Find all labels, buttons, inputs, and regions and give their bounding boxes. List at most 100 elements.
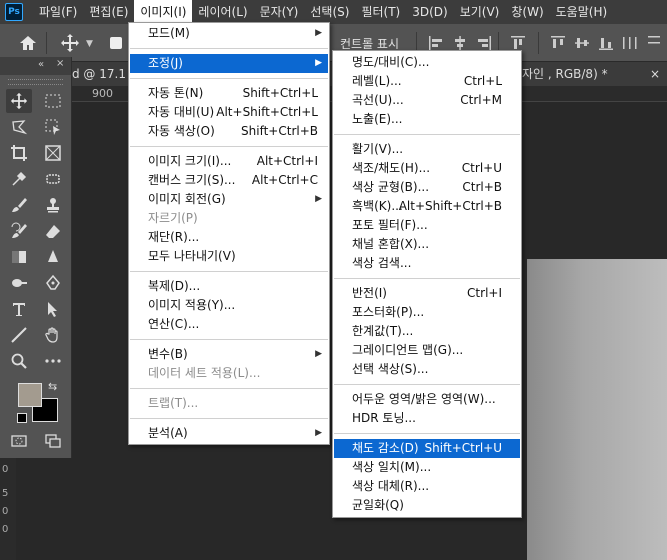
menu-item[interactable]: 이미지 크기(I)... Alt+Ctrl+I bbox=[130, 152, 328, 171]
default-colors-icon[interactable] bbox=[17, 413, 27, 423]
menu-5[interactable]: 선택(S) bbox=[304, 0, 355, 24]
eraser-tool-icon[interactable] bbox=[40, 219, 66, 243]
menu-item[interactable]: 이미지 회전(G) ▶ bbox=[130, 190, 328, 209]
document-tab[interactable]: d @ 17.1 bbox=[72, 62, 126, 86]
align-top-edges-icon[interactable] bbox=[510, 35, 526, 51]
auto-select-checkbox[interactable] bbox=[110, 37, 122, 49]
clone-stamp-tool-icon[interactable] bbox=[40, 193, 66, 217]
type-tool-icon[interactable] bbox=[6, 297, 32, 321]
menu-item[interactable]: 균일화(Q) bbox=[334, 496, 520, 515]
pen-tool-icon[interactable] bbox=[40, 271, 66, 295]
menu-item-label: 색상 검색... bbox=[352, 256, 412, 270]
foreground-color-swatch[interactable] bbox=[18, 383, 42, 407]
eyedropper-tool-icon[interactable] bbox=[6, 167, 32, 191]
menu-item[interactable]: 활기(V)... bbox=[334, 140, 520, 159]
align-horizontal-centers-icon[interactable] bbox=[452, 35, 468, 51]
move-tool-icon[interactable] bbox=[60, 33, 80, 53]
align-right-edges-icon[interactable] bbox=[476, 35, 492, 51]
menu-item[interactable]: 연산(C)... bbox=[130, 315, 328, 334]
menu-item[interactable]: 캔버스 크기(S)... Alt+Ctrl+C bbox=[130, 171, 328, 190]
menu-item-label: 색상 대체(R)... bbox=[352, 479, 430, 493]
align-vertical-centers-icon[interactable] bbox=[574, 35, 590, 51]
menu-item[interactable]: 그레이디언트 맵(G)... bbox=[334, 341, 520, 360]
menu-item[interactable]: 선택 색상(S)... bbox=[334, 360, 520, 379]
menu-1[interactable]: 편집(E) bbox=[83, 0, 134, 24]
zoom-tool-icon[interactable] bbox=[6, 349, 32, 373]
panel-grip[interactable] bbox=[8, 79, 63, 85]
menu-item[interactable]: 자동 색상(O) Shift+Ctrl+B bbox=[130, 122, 328, 141]
screen-mode-icon[interactable] bbox=[40, 429, 66, 453]
object-selection-tool-icon[interactable] bbox=[40, 115, 66, 139]
menu-item[interactable]: 색상 균형(B)... Ctrl+B bbox=[334, 178, 520, 197]
history-brush-tool-icon[interactable] bbox=[6, 219, 32, 243]
align-left-edges-icon[interactable] bbox=[428, 35, 444, 51]
frame-tool-icon[interactable] bbox=[40, 141, 66, 165]
menu-item[interactable]: 모드(M) ▶ bbox=[130, 24, 328, 43]
menu-6[interactable]: 필터(T) bbox=[355, 0, 406, 24]
menu-item[interactable]: 색상 검색... bbox=[334, 254, 520, 273]
menu-item[interactable]: 복제(D)... bbox=[130, 277, 328, 296]
menu-item[interactable]: 자동 톤(N) Shift+Ctrl+L bbox=[130, 84, 328, 103]
menu-10[interactable]: 도움말(H) bbox=[550, 0, 614, 24]
menu-item[interactable]: 재단(R)... bbox=[130, 228, 328, 247]
crop-tool-icon[interactable] bbox=[6, 141, 32, 165]
menu-4[interactable]: 문자(Y) bbox=[254, 0, 305, 24]
menu-item[interactable]: 조정(J) ▶ bbox=[130, 54, 328, 73]
align-bottom-icon[interactable] bbox=[598, 35, 614, 51]
swap-colors-icon[interactable]: ⇆ bbox=[48, 380, 57, 393]
menu-7[interactable]: 3D(D) bbox=[406, 0, 453, 24]
menu-item-label: 트랩(T)... bbox=[148, 396, 199, 410]
quick-mask-icon[interactable] bbox=[6, 429, 32, 453]
close-tab-icon[interactable]: × bbox=[650, 62, 660, 86]
menu-item[interactable]: 색상 대체(R)... bbox=[334, 477, 520, 496]
menu-item[interactable]: 레벨(L)... Ctrl+L bbox=[334, 72, 520, 91]
document-image[interactable] bbox=[527, 259, 667, 560]
dodge-tool-icon[interactable] bbox=[6, 271, 32, 295]
menu-9[interactable]: 창(W) bbox=[505, 0, 549, 24]
menu-item[interactable]: 포스터화(P)... bbox=[334, 303, 520, 322]
menu-8[interactable]: 보기(V) bbox=[454, 0, 506, 24]
menu-item[interactable]: 모두 나타내기(V) bbox=[130, 247, 328, 266]
close-panel-icon[interactable]: × bbox=[56, 58, 64, 69]
blur-tool-icon[interactable] bbox=[40, 245, 66, 269]
move-tool-icon[interactable] bbox=[6, 89, 32, 113]
menu-item[interactable]: 명도/대비(C)... bbox=[334, 53, 520, 72]
menu-item[interactable]: 이미지 적용(Y)... bbox=[130, 296, 328, 315]
marquee-tool-icon[interactable] bbox=[40, 89, 66, 113]
lasso-tool-icon[interactable] bbox=[6, 115, 32, 139]
menu-item[interactable]: 노출(E)... bbox=[334, 110, 520, 129]
document-tab-info[interactable]: 자인 , RGB/8) * bbox=[522, 62, 608, 86]
menu-bar: Ps 파일(F) 편집(E) 이미지(I) 레이어(L) 문자(Y) 선택(S) 필터(T)… bbox=[0, 0, 667, 24]
menu-item[interactable]: HDR 토닝... bbox=[334, 409, 520, 428]
align-top-icon[interactable] bbox=[550, 35, 566, 51]
line-tool-icon[interactable] bbox=[6, 323, 32, 347]
menu-item[interactable]: 곡선(U)... Ctrl+M bbox=[334, 91, 520, 110]
hand-tool-icon[interactable] bbox=[40, 323, 66, 347]
menu-item[interactable]: 분석(A) ▶ bbox=[130, 424, 328, 443]
menu-item[interactable]: 색상 일치(M)... bbox=[334, 458, 520, 477]
home-icon[interactable] bbox=[18, 34, 38, 52]
menu-item[interactable]: 채널 혼합(X)... bbox=[334, 235, 520, 254]
spot-healing-tool-icon[interactable] bbox=[40, 167, 66, 191]
path-selection-tool-icon[interactable] bbox=[40, 297, 66, 321]
menu-item[interactable]: 채도 감소(D) Shift+Ctrl+U bbox=[334, 439, 520, 458]
menu-item[interactable]: 변수(B) ▶ bbox=[130, 345, 328, 364]
menu-item[interactable]: 자동 대비(U) Alt+Shift+Ctrl+L bbox=[130, 103, 328, 122]
menu-3[interactable]: 레이어(L) bbox=[192, 0, 253, 24]
menu-item[interactable]: 반전(I) Ctrl+I bbox=[334, 284, 520, 303]
menu-item[interactable]: 흑백(K)... Alt+Shift+Ctrl+B bbox=[334, 197, 520, 216]
distribute-vertical-icon[interactable] bbox=[646, 35, 662, 51]
brush-tool-icon[interactable] bbox=[6, 193, 32, 217]
menu-2[interactable]: 이미지(I) bbox=[134, 0, 193, 24]
menu-0[interactable]: 파일(F) bbox=[33, 0, 83, 24]
menu-item[interactable]: 포토 필터(F)... bbox=[334, 216, 520, 235]
menu-item[interactable]: 색조/채도(H)... Ctrl+U bbox=[334, 159, 520, 178]
more-tools-icon[interactable] bbox=[40, 349, 66, 373]
distribute-icon[interactable] bbox=[622, 35, 638, 51]
menu-item[interactable]: 어두운 영역/밝은 영역(W)... bbox=[334, 390, 520, 409]
collapse-panel-icon[interactable]: « bbox=[38, 59, 44, 70]
menu-item[interactable]: 한계값(T)... bbox=[334, 322, 520, 341]
menu-item: 트랩(T)... bbox=[130, 394, 328, 413]
gradient-tool-icon[interactable] bbox=[6, 245, 32, 269]
chevron-down-icon[interactable]: ▼ bbox=[86, 39, 93, 49]
